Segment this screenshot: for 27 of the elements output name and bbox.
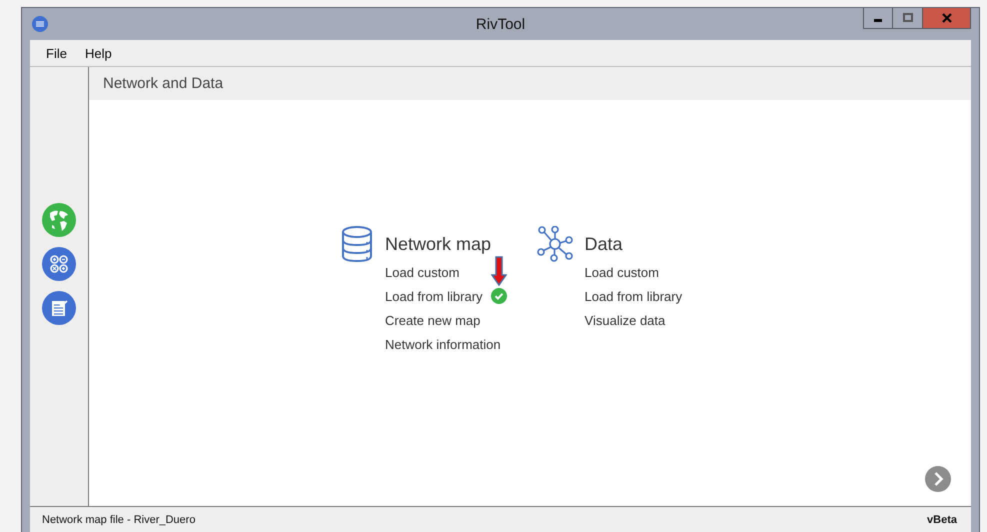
globe-icon[interactable]	[42, 203, 76, 237]
section-title: Data	[584, 234, 624, 256]
calculator-icon[interactable]	[42, 247, 76, 281]
version-label: vBeta	[927, 514, 957, 526]
menu-item[interactable]: Help	[84, 46, 112, 60]
menu-item[interactable]: File	[46, 46, 67, 60]
maximize-icon	[902, 13, 912, 23]
action-link[interactable]: Load custom	[584, 264, 659, 280]
action-link[interactable]: Load custom	[385, 264, 460, 280]
report-icon[interactable]	[42, 291, 76, 325]
section-title: Network map	[385, 234, 492, 256]
window-title: RivTool	[476, 16, 526, 32]
close-button[interactable]	[923, 8, 971, 29]
action-link[interactable]: Create new map	[385, 312, 480, 328]
network-icon	[536, 226, 573, 262]
action-link[interactable]: Load from library	[584, 288, 682, 304]
action-link[interactable]: Load from library	[385, 288, 483, 304]
status-text: Network map file - River_Duero	[42, 514, 196, 526]
action-link[interactable]: Network information	[385, 336, 501, 352]
app-logo-icon	[32, 16, 48, 32]
next-button[interactable]	[925, 466, 951, 492]
database-icon	[341, 226, 373, 262]
minimize-button[interactable]	[863, 8, 893, 29]
section-header: Network and Data	[89, 67, 971, 100]
close-icon	[942, 13, 952, 23]
pointer-arrow-icon	[490, 256, 507, 286]
action-link[interactable]: Visualize data	[584, 312, 666, 328]
